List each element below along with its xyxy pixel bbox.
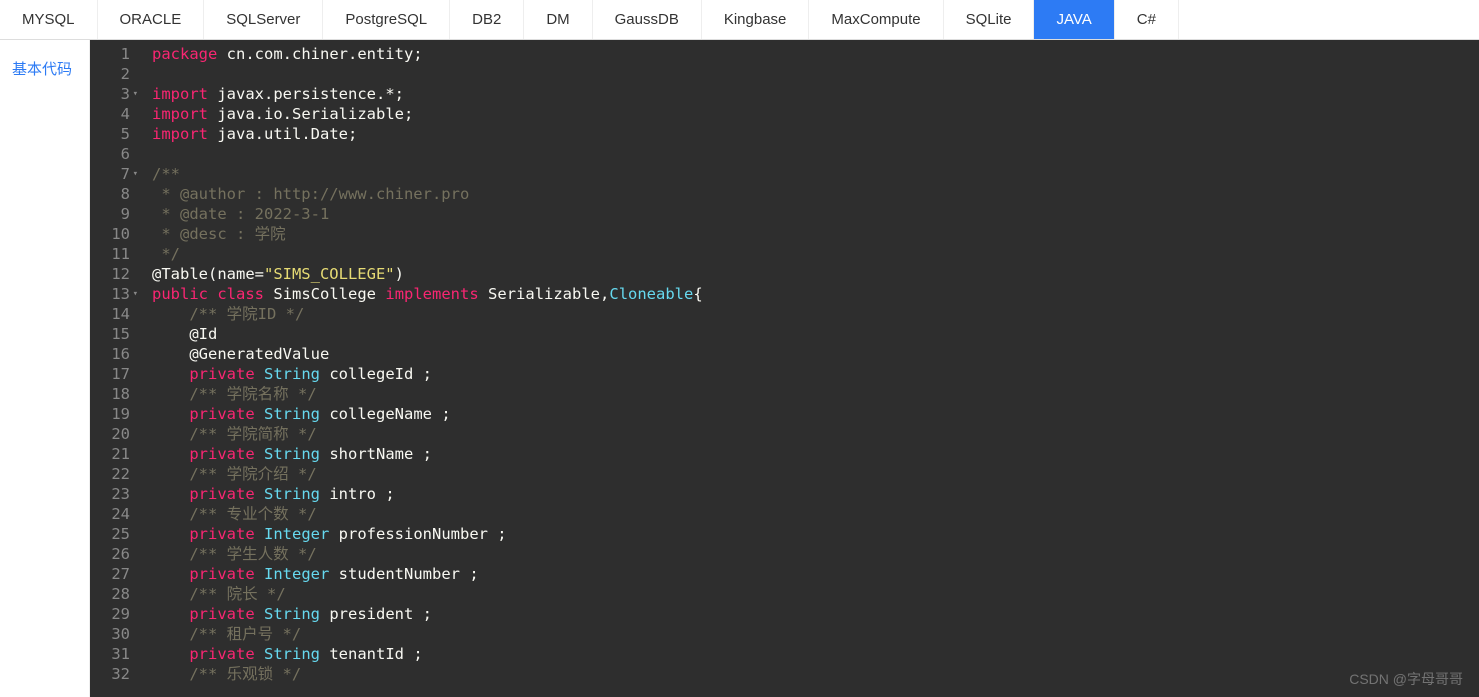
line-number: 22 (102, 464, 130, 484)
code-line: /** (152, 164, 917, 184)
tab-dm[interactable]: DM (524, 0, 592, 39)
code-line: @Id (152, 324, 917, 344)
code-line: * @date : 2022-3-1 (152, 204, 917, 224)
line-number: 19 (102, 404, 130, 424)
code-line: private String shortName ; (152, 444, 917, 464)
tab-postgresql[interactable]: PostgreSQL (323, 0, 450, 39)
tab-maxcompute[interactable]: MaxCompute (809, 0, 943, 39)
code-line: /** 学院介绍 */ (152, 464, 917, 484)
line-number: 20 (102, 424, 130, 444)
code-editor[interactable]: 1234567891011121314151617181920212223242… (90, 40, 917, 697)
code-line (152, 144, 917, 164)
sidebar: 基本代码 (0, 40, 90, 697)
code-line: private String collegeName ; (152, 404, 917, 424)
line-number: 29 (102, 604, 130, 624)
line-number: 11 (102, 244, 130, 264)
code-line: /** 专业个数 */ (152, 504, 917, 524)
main-area: 基本代码 12345678910111213141516171819202122… (0, 40, 1479, 697)
line-number: 16 (102, 344, 130, 364)
line-number: 7 (102, 164, 130, 184)
code-line: public class SimsCollege implements Seri… (152, 284, 917, 304)
tab-db2[interactable]: DB2 (450, 0, 524, 39)
line-number: 1 (102, 44, 130, 64)
code-line: import javax.persistence.*; (152, 84, 917, 104)
line-number: 4 (102, 104, 130, 124)
line-number: 31 (102, 644, 130, 664)
line-number: 14 (102, 304, 130, 324)
code-line: private String tenantId ; (152, 644, 917, 664)
sidebar-item-basic-code[interactable]: 基本代码 (0, 50, 89, 87)
line-number: 10 (102, 224, 130, 244)
tab-mysql[interactable]: MYSQL (0, 0, 98, 39)
tab-java[interactable]: JAVA (1034, 0, 1114, 39)
line-number: 18 (102, 384, 130, 404)
code-line: /** 乐观锁 */ (152, 664, 917, 684)
code-content[interactable]: package cn.com.chiner.entity; import java… (140, 40, 917, 697)
line-number: 6 (102, 144, 130, 164)
editor-wrap: 1234567891011121314151617181920212223242… (90, 40, 1479, 697)
tab-sqlserver[interactable]: SQLServer (204, 0, 323, 39)
code-line: private String intro ; (152, 484, 917, 504)
code-line: * @desc : 学院 (152, 224, 917, 244)
code-line: /** 院长 */ (152, 584, 917, 604)
line-number: 28 (102, 584, 130, 604)
line-number: 23 (102, 484, 130, 504)
line-number: 27 (102, 564, 130, 584)
code-line: @Table(name="SIMS_COLLEGE") (152, 264, 917, 284)
db-tabs: MYSQLORACLESQLServerPostgreSQLDB2DMGauss… (0, 0, 1479, 40)
line-number: 17 (102, 364, 130, 384)
watermark: CSDN @字母哥哥 (1349, 669, 1463, 689)
tab-sqlite[interactable]: SQLite (944, 0, 1035, 39)
code-line: /** 学院ID */ (152, 304, 917, 324)
line-number: 24 (102, 504, 130, 524)
code-line: private Integer studentNumber ; (152, 564, 917, 584)
line-number: 25 (102, 524, 130, 544)
code-line: * @author : http://www.chiner.pro (152, 184, 917, 204)
code-line: /** 学生人数 */ (152, 544, 917, 564)
line-number: 15 (102, 324, 130, 344)
tab-kingbase[interactable]: Kingbase (702, 0, 810, 39)
code-line (152, 64, 917, 84)
code-line: */ (152, 244, 917, 264)
line-number: 26 (102, 544, 130, 564)
code-line: package cn.com.chiner.entity; (152, 44, 917, 64)
code-line: /** 租户号 */ (152, 624, 917, 644)
code-line: private Integer professionNumber ; (152, 524, 917, 544)
line-number: 21 (102, 444, 130, 464)
line-number: 9 (102, 204, 130, 224)
code-line: private String collegeId ; (152, 364, 917, 384)
tab-oracle[interactable]: ORACLE (98, 0, 205, 39)
line-gutter: 1234567891011121314151617181920212223242… (90, 40, 140, 697)
code-line: /** 学院名称 */ (152, 384, 917, 404)
code-line: import java.util.Date; (152, 124, 917, 144)
line-number: 3 (102, 84, 130, 104)
line-number: 30 (102, 624, 130, 644)
tab-gaussdb[interactable]: GaussDB (593, 0, 702, 39)
line-number: 12 (102, 264, 130, 284)
line-number: 32 (102, 664, 130, 684)
code-line: /** 学院简称 */ (152, 424, 917, 444)
code-line: @GeneratedValue (152, 344, 917, 364)
right-panel (917, 40, 1479, 697)
line-number: 8 (102, 184, 130, 204)
tab-c#[interactable]: C# (1115, 0, 1179, 39)
line-number: 13 (102, 284, 130, 304)
code-line: import java.io.Serializable; (152, 104, 917, 124)
code-line: private String president ; (152, 604, 917, 624)
line-number: 5 (102, 124, 130, 144)
line-number: 2 (102, 64, 130, 84)
